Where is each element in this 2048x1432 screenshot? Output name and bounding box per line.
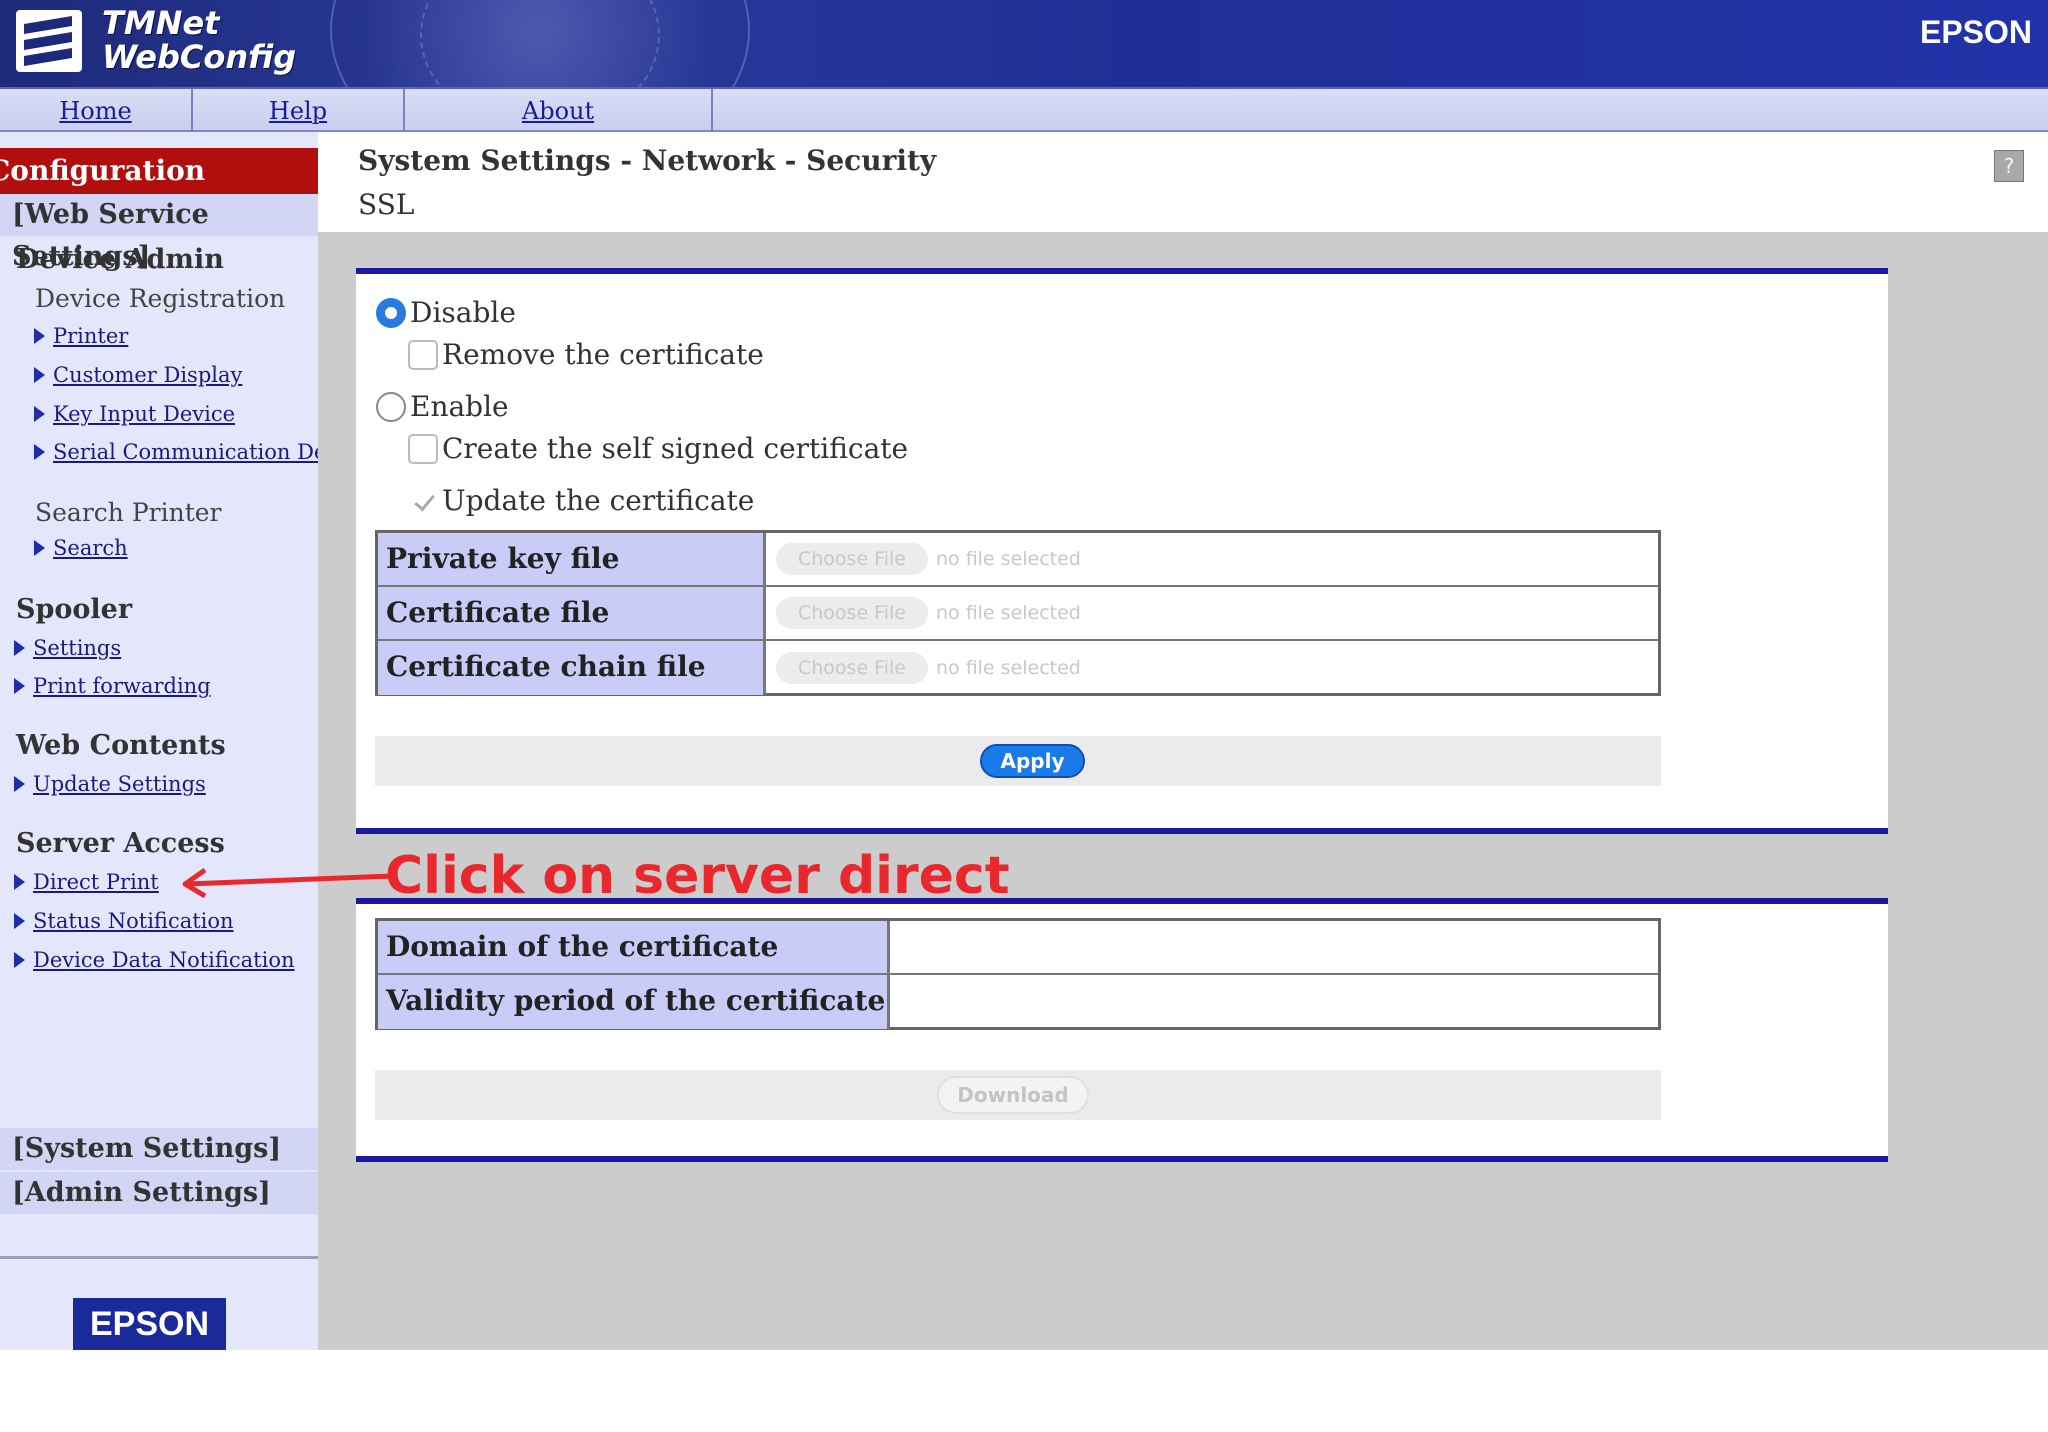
certificate-file-label: Certificate file xyxy=(378,587,766,639)
triangle-right-icon xyxy=(14,678,25,694)
domain-of-certificate-label: Domain of the certificate xyxy=(378,921,890,973)
table-row: Certificate chain file Choose File no fi… xyxy=(378,641,1658,695)
sidebar-item-key-input-device[interactable]: Key Input Device xyxy=(34,402,235,426)
download-button-bar: Download xyxy=(375,1070,1661,1120)
sidebar-item-status-notification[interactable]: Status Notification xyxy=(14,909,234,933)
checkbox-remove-cert[interactable] xyxy=(408,339,438,370)
table-row: Validity period of the certificate xyxy=(378,975,1658,1029)
nav-tab-home: Home xyxy=(0,89,193,132)
sidebar-item-customer-display[interactable]: Customer Display xyxy=(34,363,242,387)
private-key-file-label: Private key file xyxy=(378,533,766,585)
certificate-info-panel: Domain of the certificate Validity perio… xyxy=(356,898,1888,1162)
sidebar-sub-search-printer: Search Printer xyxy=(35,498,222,527)
sidebar-sub-device-registration: Device Registration xyxy=(35,284,286,313)
app-brand: TMNet WebConfig xyxy=(102,6,296,74)
triangle-right-icon xyxy=(14,952,25,968)
certificate-chain-file-label: Certificate chain file xyxy=(378,641,766,695)
sidebar-item-print-forwarding[interactable]: Print forwarding xyxy=(14,674,211,698)
help-icon[interactable]: ? xyxy=(1994,150,2024,182)
certificate-chain-file-input[interactable]: Choose File no file selected xyxy=(766,641,1081,695)
radio-enable[interactable] xyxy=(376,391,406,422)
epson-header-logo: EPSON xyxy=(1919,14,2032,50)
page-title: System Settings - Network - Security xyxy=(358,144,937,177)
top-nav: Home Help About xyxy=(0,87,2048,132)
sidebar-admin-settings[interactable]: [Admin Settings] xyxy=(0,1172,318,1214)
sidebar-web-service-settings[interactable]: [Web Service Settings] xyxy=(0,194,318,272)
file-status: no file selected xyxy=(935,602,1081,624)
table-row: Private key file Choose File no file sel… xyxy=(378,533,1658,587)
sidebar-epson-logo: EPSON xyxy=(73,1298,226,1350)
option-enable-label: Enable xyxy=(410,390,509,423)
main-content: System Settings - Network - Security SSL… xyxy=(318,132,2048,1350)
certificate-file-table: Private key file Choose File no file sel… xyxy=(375,530,1661,696)
option-remove-cert[interactable]: Remove the certificate xyxy=(408,338,764,371)
triangle-right-icon xyxy=(34,444,45,460)
choose-file-button[interactable]: Choose File xyxy=(776,652,928,684)
triangle-right-icon xyxy=(14,776,25,792)
triangle-right-icon xyxy=(34,367,45,383)
checkbox-update-cert[interactable] xyxy=(408,485,438,516)
triangle-right-icon xyxy=(34,406,45,422)
page-header: System Settings - Network - Security SSL… xyxy=(318,132,2048,232)
tmnet-logo-icon xyxy=(16,10,82,72)
option-create-self-signed[interactable]: Create the self signed certificate xyxy=(408,432,908,465)
sidebar: Configuration [Web Service Settings] Dev… xyxy=(0,132,318,1350)
apply-button[interactable]: Apply xyxy=(980,744,1085,778)
download-button[interactable]: Download xyxy=(937,1076,1089,1114)
page-subtitle: SSL xyxy=(358,188,415,221)
checkbox-create-self-signed[interactable] xyxy=(408,433,438,464)
sidebar-item-search[interactable]: Search xyxy=(34,536,128,560)
sidebar-config-title: Configuration xyxy=(0,148,318,194)
certificate-file-input[interactable]: Choose File no file selected xyxy=(766,587,1081,639)
radio-disable[interactable] xyxy=(376,297,406,328)
ssl-settings-panel: Disable Remove the certificate Enable Cr… xyxy=(356,268,1888,834)
table-row: Domain of the certificate xyxy=(378,921,1658,975)
sidebar-system-settings[interactable]: [System Settings] xyxy=(0,1128,318,1170)
option-enable[interactable]: Enable xyxy=(376,390,509,423)
choose-file-button[interactable]: Choose File xyxy=(776,597,928,629)
option-disable-label: Disable xyxy=(410,296,516,329)
nav-about-link[interactable]: About xyxy=(522,97,594,125)
bottom-blank-area xyxy=(0,1350,2048,1432)
sidebar-item-serial-communication-device[interactable]: Serial Communication Devi xyxy=(34,440,318,464)
triangle-right-icon xyxy=(34,328,45,344)
nav-tab-help: Help xyxy=(193,89,405,132)
triangle-right-icon xyxy=(14,874,25,890)
sidebar-heading-spooler: Spooler xyxy=(16,594,133,625)
nav-home-link[interactable]: Home xyxy=(59,97,131,125)
annotation-text: Click on server direct xyxy=(385,846,1010,906)
globe-ring-graphic xyxy=(420,0,660,87)
sidebar-heading-device-admin: Device Admin xyxy=(16,244,224,275)
option-create-self-signed-label: Create the self signed certificate xyxy=(442,432,909,465)
annotation-arrow-icon xyxy=(182,867,394,899)
sidebar-item-update-settings[interactable]: Update Settings xyxy=(14,772,206,796)
sidebar-item-direct-print[interactable]: Direct Print xyxy=(14,870,159,894)
table-row: Certificate file Choose File no file sel… xyxy=(378,587,1658,641)
private-key-file-input[interactable]: Choose File no file selected xyxy=(766,533,1081,585)
option-update-cert[interactable]: Update the certificate xyxy=(408,484,754,517)
file-status: no file selected xyxy=(935,657,1081,679)
sidebar-item-device-data-notification[interactable]: Device Data Notification xyxy=(14,948,295,972)
sidebar-heading-server-access: Server Access xyxy=(16,828,225,859)
triangle-right-icon xyxy=(14,640,25,656)
sidebar-divider xyxy=(0,1256,318,1259)
triangle-right-icon xyxy=(14,913,25,929)
file-status: no file selected xyxy=(935,548,1081,570)
nav-help-link[interactable]: Help xyxy=(269,97,327,125)
option-remove-cert-label: Remove the certificate xyxy=(442,338,764,371)
validity-period-label: Validity period of the certificate xyxy=(378,975,890,1029)
sidebar-heading-web-contents: Web Contents xyxy=(16,730,226,761)
nav-tab-about: About xyxy=(405,89,713,132)
option-update-cert-label: Update the certificate xyxy=(442,484,755,517)
certificate-info-table: Domain of the certificate Validity perio… xyxy=(375,918,1661,1030)
sidebar-item-spooler-settings[interactable]: Settings xyxy=(14,636,121,660)
sidebar-item-printer[interactable]: Printer xyxy=(34,324,128,348)
app-header: TMNet WebConfig EPSON xyxy=(0,0,2048,87)
triangle-right-icon xyxy=(34,540,45,556)
brand-line-2: WebConfig xyxy=(102,38,297,76)
brand-line-1: TMNet xyxy=(102,4,220,42)
option-disable[interactable]: Disable xyxy=(376,296,516,329)
apply-button-bar: Apply xyxy=(375,736,1661,786)
choose-file-button[interactable]: Choose File xyxy=(776,543,928,575)
